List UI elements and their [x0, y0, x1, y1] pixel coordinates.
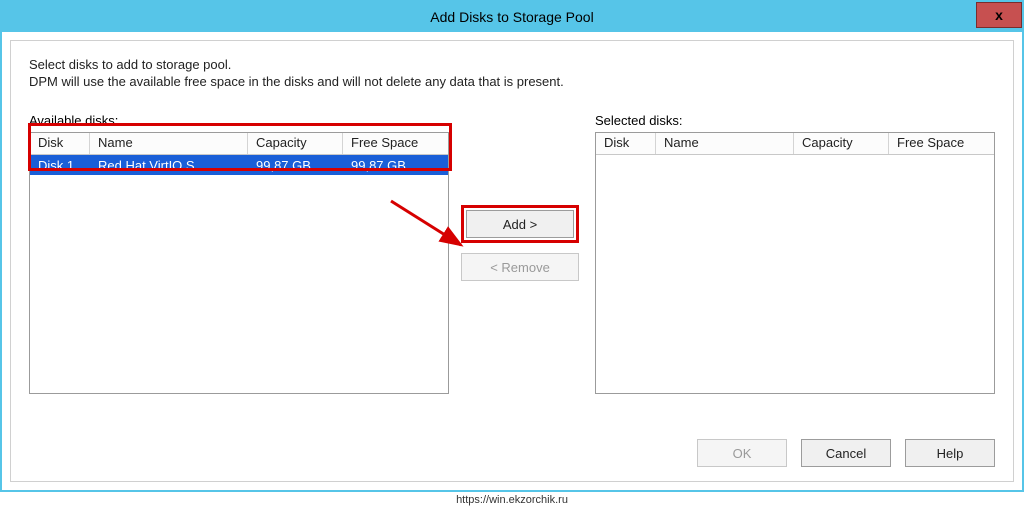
close-icon: x: [995, 7, 1003, 23]
col-header-capacity[interactable]: Capacity: [248, 133, 343, 154]
available-disks-list[interactable]: Disk Name Capacity Free Space Disk 1 Red…: [29, 132, 449, 394]
cancel-button[interactable]: Cancel: [801, 439, 891, 467]
remove-button: < Remove: [461, 253, 579, 281]
col-header-name[interactable]: Name: [656, 133, 794, 154]
window-title: Add Disks to Storage Pool: [430, 9, 593, 25]
cell-name: Red Hat VirtIO S...: [90, 157, 248, 174]
col-header-free[interactable]: Free Space: [343, 133, 448, 154]
selected-disks-label: Selected disks:: [595, 113, 995, 128]
footer-url: https://win.ekzorchik.ru: [0, 494, 1024, 506]
bottom-buttons: OK Cancel Help: [697, 439, 995, 467]
cell-free: 99,87 GB: [343, 157, 448, 174]
dialog-window: Add Disks to Storage Pool x Select disks…: [0, 0, 1024, 492]
col-header-capacity[interactable]: Capacity: [794, 133, 889, 154]
available-list-header: Disk Name Capacity Free Space: [30, 133, 448, 155]
add-button-highlight: Add >: [461, 205, 579, 243]
help-button[interactable]: Help: [905, 439, 995, 467]
selected-disks-pane: Selected disks: Disk Name Capacity Free …: [595, 113, 995, 394]
body: Available disks: Disk Name Capacity Free…: [29, 113, 995, 394]
instruction-line-1: Select disks to add to storage pool.: [29, 57, 995, 72]
table-row[interactable]: Disk 1 Red Hat VirtIO S... 99,87 GB 99,8…: [30, 155, 448, 175]
instruction-line-2: DPM will use the available free space in…: [29, 74, 995, 89]
col-header-disk[interactable]: Disk: [30, 133, 90, 154]
available-disks-label: Available disks:: [29, 113, 449, 128]
titlebar: Add Disks to Storage Pool x: [2, 2, 1022, 32]
col-header-free[interactable]: Free Space: [889, 133, 994, 154]
close-button[interactable]: x: [976, 2, 1022, 28]
transfer-buttons: Add > < Remove: [461, 205, 579, 281]
available-disks-pane: Available disks: Disk Name Capacity Free…: [29, 113, 449, 394]
cell-disk: Disk 1: [30, 157, 90, 174]
client-area: Select disks to add to storage pool. DPM…: [10, 40, 1014, 482]
ok-button: OK: [697, 439, 787, 467]
col-header-name[interactable]: Name: [90, 133, 248, 154]
selected-list-header: Disk Name Capacity Free Space: [596, 133, 994, 155]
add-button[interactable]: Add >: [466, 210, 574, 238]
selected-disks-list[interactable]: Disk Name Capacity Free Space: [595, 132, 995, 394]
cell-capacity: 99,87 GB: [248, 157, 343, 174]
col-header-disk[interactable]: Disk: [596, 133, 656, 154]
